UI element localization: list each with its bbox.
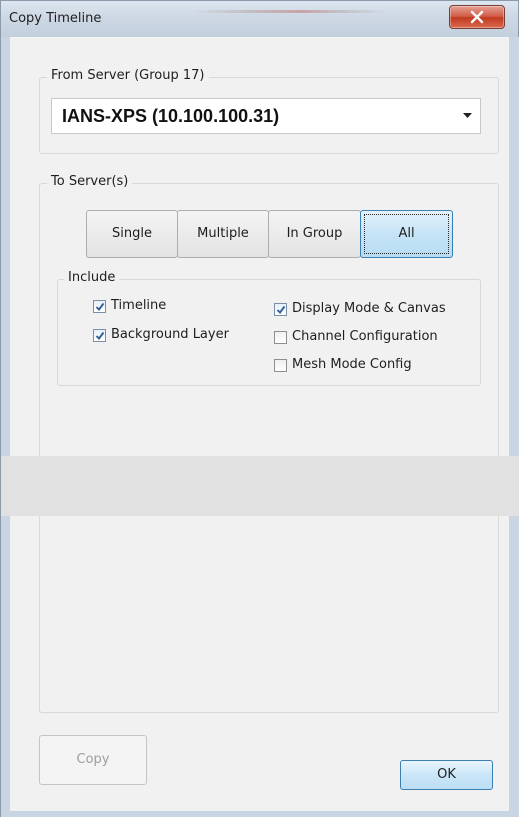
close-icon <box>470 10 484 24</box>
mesh-mode-config-label: Mesh Mode Config <box>292 357 412 372</box>
from-server-value: IANS-XPS (10.100.100.31) <box>62 106 280 126</box>
timeline-label: Timeline <box>111 298 167 313</box>
from-server-select[interactable]: IANS-XPS (10.100.100.31) <box>51 98 481 134</box>
mesh-mode-config-checkbox[interactable]: Mesh Mode Config <box>274 357 454 375</box>
checkmark-icon <box>276 305 286 314</box>
ok-button[interactable]: OK <box>400 760 493 790</box>
tab-single-label: Single <box>112 226 152 241</box>
copy-timeline-dialog: Copy Timeline From Server (Group 17) IAN… <box>0 0 519 817</box>
tab-all[interactable]: All <box>360 210 453 258</box>
window-title: Copy Timeline <box>9 11 102 26</box>
channel-configuration-checkbox[interactable]: Channel Configuration <box>274 329 474 347</box>
background-layer-checkbox[interactable]: Background Layer <box>93 327 253 345</box>
tab-multiple[interactable]: Multiple <box>177 210 269 258</box>
display-mode-canvas-checkbox[interactable]: Display Mode & Canvas <box>274 301 474 319</box>
checkbox-box <box>93 329 106 342</box>
tab-multiple-label: Multiple <box>197 226 249 241</box>
window-frame-right <box>509 37 519 817</box>
focus-rectangle <box>364 214 449 254</box>
tab-in-group-label: In Group <box>286 226 343 241</box>
checkbox-box <box>274 303 287 316</box>
close-button[interactable] <box>449 5 505 29</box>
checkbox-box <box>274 331 287 344</box>
chevron-down-icon <box>463 113 472 118</box>
checkmark-icon <box>95 331 105 340</box>
overlay-band <box>1 456 519 516</box>
background-layer-label: Background Layer <box>111 327 229 342</box>
to-server-group <box>39 183 499 713</box>
channel-configuration-label: Channel Configuration <box>292 329 438 344</box>
title-bar-decoration <box>191 10 391 13</box>
window-frame-bottom <box>1 811 518 817</box>
timeline-checkbox[interactable]: Timeline <box>93 298 203 316</box>
to-server-label: To Server(s) <box>47 174 133 189</box>
checkbox-box <box>274 359 287 372</box>
display-mode-canvas-label: Display Mode & Canvas <box>292 301 446 316</box>
title-bar[interactable]: Copy Timeline <box>1 1 518 37</box>
copy-button[interactable]: Copy <box>39 735 147 785</box>
checkmark-icon <box>95 302 105 311</box>
from-server-label: From Server (Group 17) <box>47 68 209 83</box>
checkbox-box <box>93 300 106 313</box>
window-frame-left <box>1 37 10 817</box>
tab-single[interactable]: Single <box>86 210 178 258</box>
tab-in-group[interactable]: In Group <box>268 210 361 258</box>
include-label: Include <box>64 270 120 285</box>
